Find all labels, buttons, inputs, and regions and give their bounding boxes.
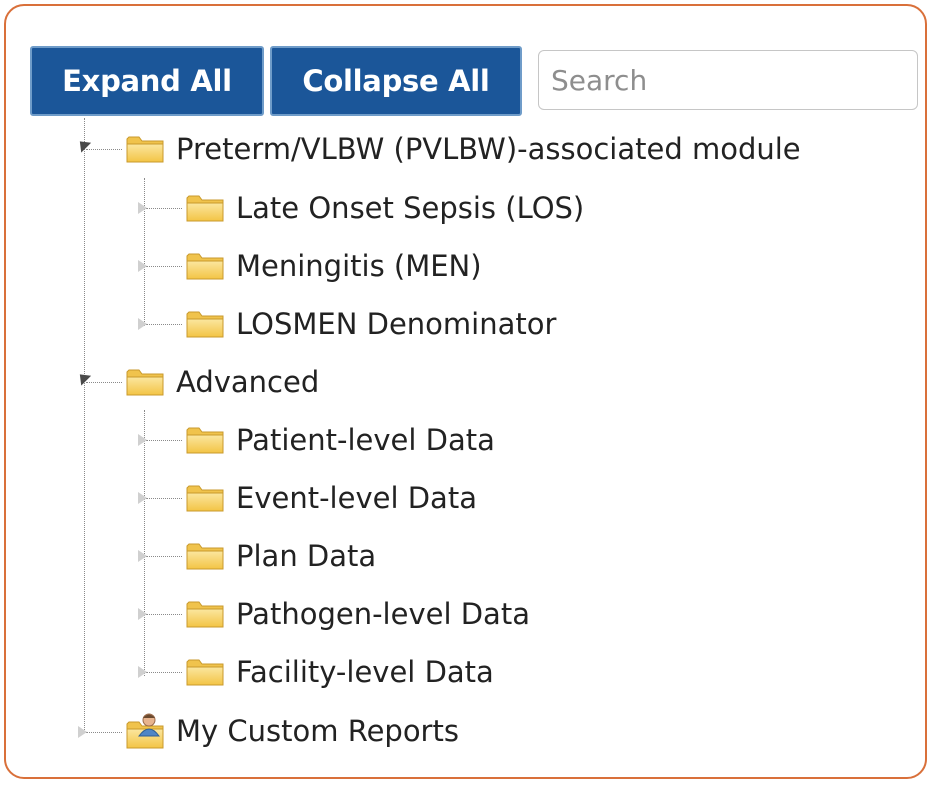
folder-icon: [126, 367, 164, 397]
expand-toggle-icon[interactable]: [138, 608, 147, 620]
folder-icon: [186, 483, 224, 513]
expand-toggle-icon[interactable]: [138, 202, 147, 214]
folder-icon: [126, 134, 164, 164]
tree-node-event-level[interactable]: Event-level Data: [186, 473, 477, 523]
tree-node-facility-level[interactable]: Facility-level Data: [186, 647, 494, 697]
expand-toggle-icon[interactable]: [138, 666, 147, 678]
tree-node-label: Facility-level Data: [236, 655, 494, 689]
tree-node-men[interactable]: Meningitis (MEN): [186, 241, 482, 291]
tree-node-label: Advanced: [176, 365, 320, 399]
tree-node-label: Plan Data: [236, 539, 377, 573]
tree-connector: [86, 149, 122, 150]
tree-node-label: My Custom Reports: [176, 714, 459, 748]
expand-toggle-icon[interactable]: [138, 318, 147, 330]
tree-node-patient-level[interactable]: Patient-level Data: [186, 415, 495, 465]
tree-connector: [86, 732, 122, 733]
tree-connector: [146, 672, 182, 673]
folder-icon: [186, 193, 224, 223]
search-input[interactable]: [538, 50, 918, 110]
tree-node-advanced[interactable]: Advanced: [126, 357, 319, 407]
folder-icon: [186, 541, 224, 571]
tree-connector: [86, 382, 122, 383]
tree-node-los[interactable]: Late Onset Sepsis (LOS): [186, 183, 584, 233]
expand-toggle-icon[interactable]: [138, 492, 147, 504]
tree-connector: [146, 556, 182, 557]
tree-node-label: Pathogen-level Data: [236, 597, 530, 631]
tree-node-pvlbw[interactable]: Preterm/VLBW (PVLBW)-associated module: [126, 124, 801, 174]
expand-all-button[interactable]: Expand All: [30, 46, 264, 116]
tree-node-pathogen-level[interactable]: Pathogen-level Data: [186, 589, 530, 639]
expand-toggle-icon[interactable]: [138, 434, 147, 446]
tree-node-label: LOSMEN Denominator: [236, 307, 557, 341]
tree-connector: [84, 118, 85, 732]
tree-connector: [146, 614, 182, 615]
tree-node-label: Late Onset Sepsis (LOS): [236, 191, 585, 225]
tree-connector: [146, 498, 182, 499]
tree-connector: [146, 324, 182, 325]
tree-node-label: Patient-level Data: [236, 423, 495, 457]
tree-connector: [146, 266, 182, 267]
folder-icon: [186, 657, 224, 687]
tree-connector: [144, 410, 145, 676]
expand-toggle-icon[interactable]: [78, 726, 87, 738]
tree-connector: [144, 178, 145, 326]
collapse-all-button[interactable]: Collapse All: [270, 46, 522, 116]
expand-toggle-icon[interactable]: [138, 550, 147, 562]
folder-icon: [186, 309, 224, 339]
tree-node-label: Preterm/VLBW (PVLBW)-associated module: [176, 132, 801, 166]
expand-toggle-icon[interactable]: [138, 260, 147, 272]
tree-node-custom-reports[interactable]: My Custom Reports: [126, 706, 459, 756]
tree-node-label: Event-level Data: [236, 481, 477, 515]
folder-icon: [186, 599, 224, 629]
tree-connector: [146, 440, 182, 441]
tree-node-losmen[interactable]: LOSMEN Denominator: [186, 299, 556, 349]
folder-icon: [186, 425, 224, 455]
user-folder-icon: [126, 713, 164, 749]
tree-connector: [146, 208, 182, 209]
tree-node-plan[interactable]: Plan Data: [186, 531, 376, 581]
tree-node-label: Meningitis (MEN): [236, 249, 482, 283]
folder-icon: [186, 251, 224, 281]
